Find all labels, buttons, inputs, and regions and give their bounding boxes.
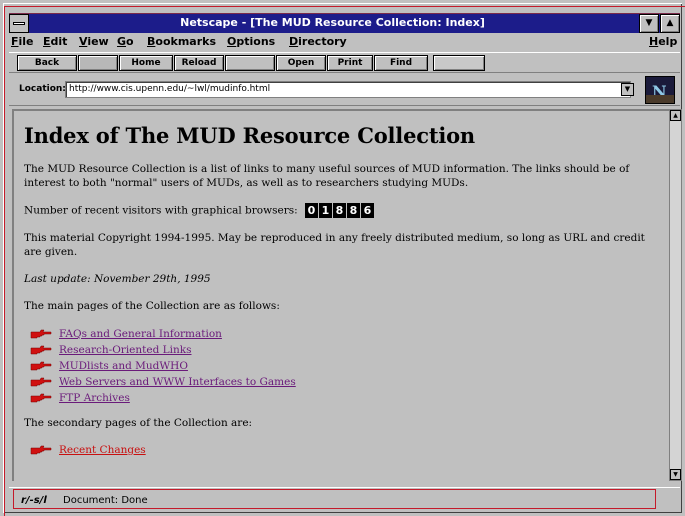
link-research[interactable]: Research-Oriented Links	[59, 344, 192, 356]
link-ftp-archives[interactable]: FTP Archives	[59, 392, 130, 404]
print-button[interactable]: Print	[327, 55, 373, 71]
list-item: Research-Oriented Links	[24, 342, 664, 358]
menu-go[interactable]: Go	[117, 35, 134, 48]
pointing-hand-icon	[30, 393, 52, 403]
pointing-hand-icon	[30, 361, 52, 371]
list-item: FAQs and General Information	[24, 326, 664, 342]
open-button[interactable]: Open	[276, 55, 326, 71]
stop-button[interactable]	[433, 55, 485, 71]
back-button[interactable]: Back	[17, 55, 77, 71]
vertical-scrollbar[interactable]: ▲ ▼	[669, 109, 682, 481]
location-label: Location:	[19, 84, 66, 94]
menu-view[interactable]: View	[79, 35, 109, 48]
system-menu-icon	[13, 22, 25, 25]
menu-file[interactable]: File	[11, 35, 34, 48]
page-content: Index of The MUD Resource Collection The…	[12, 109, 669, 481]
link-faqs[interactable]: FAQs and General Information	[59, 328, 222, 340]
location-input[interactable]: http://www.cis.upenn.edu/~lwl/mudinfo.ht…	[65, 81, 631, 98]
status-text: Document: Done	[63, 495, 148, 506]
pointing-hand-icon	[30, 377, 52, 387]
scroll-up-button[interactable]: ▲	[670, 110, 681, 121]
maximize-icon: ▲	[666, 18, 674, 28]
maximize-button[interactable]: ▲	[660, 14, 680, 33]
system-menu-button[interactable]	[9, 14, 29, 33]
browser-window: Netscape - [The MUD Resource Collection:…	[0, 0, 685, 516]
pointing-hand-icon	[30, 445, 52, 455]
visitor-counter-label: Number of recent visitors with graphical…	[24, 204, 298, 217]
menu-help[interactable]: Help	[649, 35, 677, 48]
counter-digit: 8	[333, 203, 346, 218]
main-pages-intro: The main pages of the Collection are as …	[24, 300, 280, 312]
link-recent-changes[interactable]: Recent Changes	[59, 444, 146, 456]
visitor-counter: 01886	[305, 203, 375, 218]
title-bar[interactable]: Netscape - [The MUD Resource Collection:…	[9, 13, 680, 33]
pointing-hand-icon	[30, 345, 52, 355]
arrow-down-icon: ▼	[673, 471, 678, 478]
visitor-counter-line: Number of recent visitors with graphical…	[24, 203, 664, 218]
counter-digit: 6	[361, 203, 374, 218]
counter-digit: 8	[347, 203, 360, 218]
location-dropdown-button[interactable]: ▼	[621, 83, 634, 96]
chevron-down-icon: ▼	[624, 85, 631, 93]
netscape-logo[interactable]: N	[645, 76, 675, 104]
secondary-pages-intro: The secondary pages of the Collection ar…	[24, 417, 253, 429]
counter-digit: 1	[319, 203, 332, 218]
copyright-paragraph: This material Copyright 1994-1995. May b…	[24, 232, 645, 258]
security-key-icon: r/-s/l	[21, 495, 47, 506]
pointing-hand-icon	[30, 329, 52, 339]
menu-directory[interactable]: Directory	[289, 35, 347, 48]
list-item: MUDlists and MudWHO	[24, 358, 664, 374]
page-heading: Index of The MUD Resource Collection	[24, 123, 475, 148]
list-item: Recent Changes	[24, 443, 664, 457]
location-bar: Location: http://www.cis.upenn.edu/~lwl/…	[9, 74, 680, 106]
home-button[interactable]: Home	[119, 55, 173, 71]
last-update: Last update: November 29th, 1995	[24, 273, 211, 285]
toolbar: Back Home Reload Open Print Find	[9, 52, 680, 73]
window-title: Netscape - [The MUD Resource Collection:…	[180, 16, 485, 29]
arrow-up-icon: ▲	[673, 112, 678, 119]
main-links-list: FAQs and General Information Research-Or…	[24, 326, 664, 406]
counter-digit: 0	[305, 203, 318, 218]
menu-options[interactable]: Options	[227, 35, 275, 48]
reload-button[interactable]: Reload	[174, 55, 224, 71]
images-button[interactable]	[225, 55, 275, 71]
minimize-icon: ▼	[645, 18, 653, 28]
menu-edit[interactable]: Edit	[43, 35, 67, 48]
menu-bar: File Edit View Go Bookmarks Options Dire…	[9, 34, 680, 51]
list-item: FTP Archives	[24, 390, 664, 406]
scroll-down-button[interactable]: ▼	[670, 469, 681, 480]
minimize-button[interactable]: ▼	[639, 14, 659, 33]
link-web-servers[interactable]: Web Servers and WWW Interfaces to Games	[59, 376, 296, 388]
find-button[interactable]: Find	[374, 55, 428, 71]
link-mudlists[interactable]: MUDlists and MudWHO	[59, 360, 188, 372]
menu-bookmarks[interactable]: Bookmarks	[147, 35, 216, 48]
forward-button[interactable]	[78, 55, 118, 71]
intro-paragraph: The MUD Resource Collection is a list of…	[24, 163, 630, 189]
status-bar: r/-s/l Document: Done	[9, 487, 680, 509]
list-item: Web Servers and WWW Interfaces to Games	[24, 374, 664, 390]
logo-horizon	[646, 95, 674, 103]
